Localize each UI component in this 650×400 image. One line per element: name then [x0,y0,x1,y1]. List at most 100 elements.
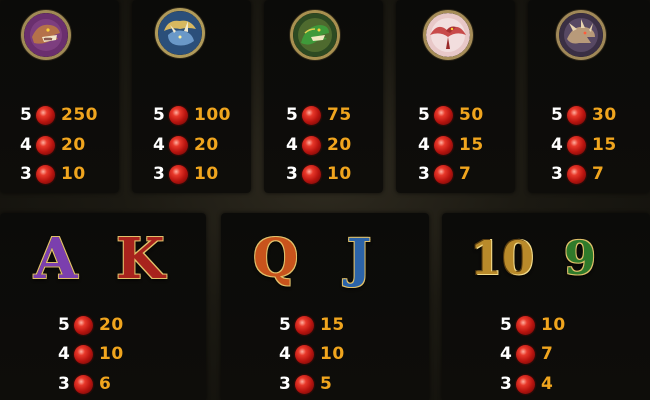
symbol-count: 5 [500,315,512,335]
ruby-gem-icon [169,105,188,125]
ruby-gem-icon [516,344,535,364]
payout-value: 10 [194,164,219,184]
paytable-panel-q-j: Q J 5 15 4 10 3 5 [221,213,429,400]
symbol-count: 5 [58,315,70,335]
symbol-count: 3 [20,164,32,184]
symbol-count: 4 [551,135,563,155]
ruby-gem-icon [567,164,586,184]
ruby-gem-icon [295,374,314,394]
ruby-gem-icon [302,135,321,155]
symbol-count: 3 [279,374,291,394]
ruby-gem-icon [434,135,453,155]
payout-value: 20 [99,315,124,335]
pay-row-5: 5 10 [500,314,566,336]
payout-value: 15 [459,135,484,155]
symbol-count: 5 [286,105,298,125]
ruby-gem-icon [169,164,188,184]
pay-row-3: 3 10 [286,163,352,185]
payout-value: 75 [327,105,352,125]
payout-value: 20 [194,135,219,155]
ruby-gem-icon [36,164,55,184]
payout-value: 250 [61,105,98,125]
pay-row-4: 4 10 [58,343,124,365]
symbol-count: 3 [286,164,298,184]
symbol-count: 5 [551,105,563,125]
symbol-count: 3 [58,374,70,394]
number-10-icon: 10 [470,231,535,285]
paytable-panel-t-rex: 5 250 4 20 3 10 [0,0,119,193]
pterodactyl-icon [423,10,473,60]
ruby-gem-icon [434,164,453,184]
pay-row-4: 4 15 [418,134,484,156]
symbol-count: 4 [279,344,291,364]
ruby-gem-icon [74,315,93,335]
payout-value: 6 [99,374,112,394]
symbol-count: 5 [20,105,32,125]
ruby-gem-icon [434,105,453,125]
symbol-count: 3 [418,164,430,184]
t-rex-icon [21,10,71,60]
pay-row-4: 4 20 [20,134,86,156]
pay-row-5: 5 250 [20,104,98,126]
payout-value: 15 [592,135,617,155]
pay-row-5: 5 100 [153,104,231,126]
payout-value: 5 [320,374,333,394]
symbol-count: 4 [58,344,70,364]
symbol-count: 3 [153,164,165,184]
letter-a-icon: A [34,226,78,292]
pay-row-5: 5 30 [551,104,617,126]
letter-q-icon: Q [253,228,299,289]
ruby-gem-icon [169,135,188,155]
paytable-panel-10-9: 10 9 5 10 4 7 3 4 [442,213,650,400]
payout-value: 10 [61,164,86,184]
symbol-count: 5 [418,105,430,125]
payout-value: 30 [592,105,617,125]
ruby-gem-icon [74,374,93,394]
pay-row-4: 4 10 [279,343,345,365]
ruby-gem-icon [295,344,314,364]
payout-value: 7 [592,164,605,184]
pay-row-4: 4 20 [286,134,352,156]
symbol-count: 4 [500,344,512,364]
pay-row-5: 5 50 [418,104,484,126]
paytable-panel-fossil-dragon: 5 30 4 15 3 7 [528,0,650,193]
payout-value: 7 [459,164,472,184]
pay-row-4: 4 20 [153,134,219,156]
pay-row-3: 3 10 [153,163,219,185]
payout-value: 100 [194,105,231,125]
ruby-gem-icon [36,105,55,125]
symbol-count: 4 [286,135,298,155]
payout-value: 50 [459,105,484,125]
pay-row-3: 3 6 [58,373,111,395]
fossil-dragon-icon [556,10,606,60]
ruby-gem-icon [567,105,586,125]
pay-row-5: 5 20 [58,314,124,336]
payout-value: 20 [61,135,86,155]
ruby-gem-icon [74,344,93,364]
payout-value: 10 [320,344,345,364]
symbol-count: 4 [153,135,165,155]
pay-row-4: 4 15 [551,134,617,156]
paytable-panel-triceratops: 5 100 4 20 3 10 [132,0,251,193]
pay-row-3: 3 7 [418,163,471,185]
symbol-count: 4 [418,135,430,155]
pay-row-4: 4 7 [500,343,553,365]
payout-value: 10 [327,164,352,184]
pay-row-3: 3 7 [551,163,604,185]
pay-row-3: 3 10 [20,163,86,185]
symbol-count: 3 [551,164,563,184]
ruby-gem-icon [516,374,535,394]
ruby-gem-icon [295,315,314,335]
payout-value: 10 [541,315,566,335]
payout-value: 4 [541,374,554,394]
ruby-gem-icon [567,135,586,155]
payout-value: 15 [320,315,345,335]
number-9-icon: 9 [564,231,597,285]
payout-value: 10 [99,344,124,364]
symbol-count: 4 [20,135,32,155]
letter-j-icon: J [346,228,372,289]
ruby-gem-icon [302,105,321,125]
letter-k-icon: K [116,226,165,292]
symbol-count: 3 [500,374,512,394]
symbol-count: 5 [279,315,291,335]
